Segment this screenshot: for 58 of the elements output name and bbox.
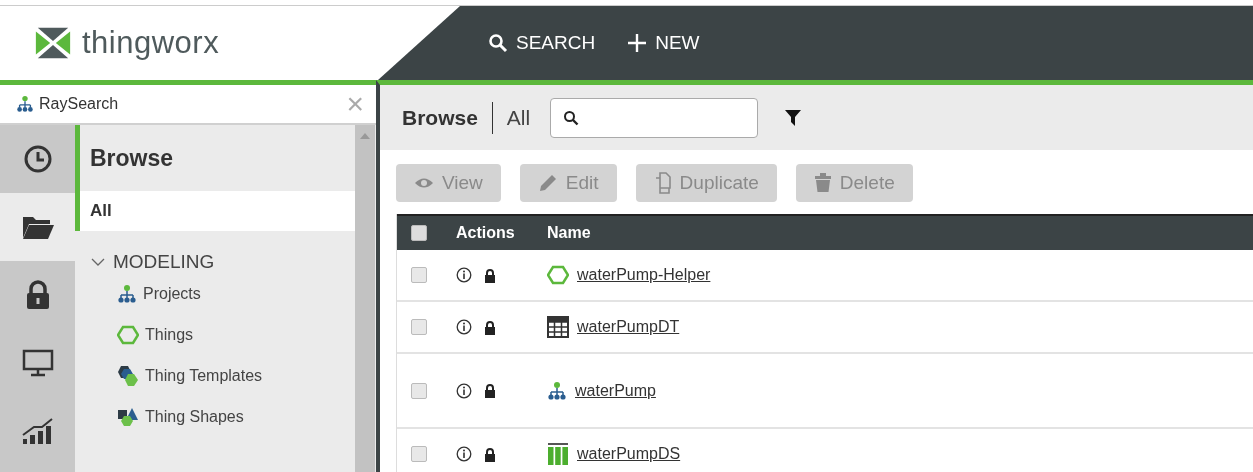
hexagons-icon: [117, 364, 139, 387]
chevron-icon: [91, 257, 105, 267]
column-header[interactable]: Actions: [441, 224, 547, 242]
info-icon[interactable]: [456, 267, 472, 283]
trash-icon: [813, 173, 832, 193]
hierarchy-icon: [547, 380, 567, 401]
nav-title: Browse: [89, 144, 175, 173]
lock-icon: [25, 280, 50, 310]
project-name: RaySearch: [39, 95, 119, 113]
row-checkbox[interactable]: [411, 382, 427, 399]
hierarchy-icon: [15, 95, 35, 113]
hexagon-icon: [547, 265, 569, 285]
hierarchy-icon: [117, 283, 137, 304]
header-button[interactable]: SEARCH: [488, 32, 596, 54]
clock-icon: [22, 144, 53, 174]
nav-link[interactable]: Thing Templates: [91, 355, 355, 396]
entity-link[interactable]: waterPump-Helper: [577, 266, 711, 284]
columns-icon: [547, 443, 569, 465]
eye-icon: [414, 177, 434, 189]
filter-icon[interactable]: [784, 108, 803, 127]
entity-link[interactable]: waterPumpDT: [577, 318, 680, 336]
copy-icon: [653, 172, 672, 194]
lock-icon: [484, 267, 496, 283]
folder-icon: [21, 214, 54, 240]
info-icon[interactable]: [456, 446, 472, 462]
section-header[interactable]: MODELING: [91, 251, 355, 273]
nav-link[interactable]: Projects: [91, 273, 355, 314]
lock-icon: [484, 383, 496, 398]
row-checkbox[interactable]: [411, 319, 427, 335]
info-icon[interactable]: [456, 319, 472, 335]
row-checkbox[interactable]: [411, 446, 427, 462]
nav-link[interactable]: Things: [91, 314, 355, 355]
entity-link[interactable]: waterPumpDS: [577, 445, 681, 463]
chart-icon: [21, 417, 54, 445]
entity-link[interactable]: waterPump: [575, 381, 656, 400]
header-button[interactable]: NEW: [627, 32, 700, 54]
pencil-icon: [537, 173, 558, 193]
lock-icon: [484, 319, 496, 335]
scrollbar[interactable]: [355, 125, 375, 472]
logo-text: thingworx: [82, 25, 220, 61]
lock-icon: [484, 446, 496, 462]
plus-icon: [627, 33, 648, 53]
row-checkbox[interactable]: [411, 267, 427, 283]
rail-tab[interactable]: [0, 193, 75, 261]
info-icon[interactable]: [456, 382, 472, 399]
search-icon: [488, 33, 508, 53]
column-header[interactable]: Name: [547, 224, 1253, 242]
select-all-checkbox[interactable]: [411, 225, 427, 241]
hexagon-icon: [117, 324, 139, 345]
search-field[interactable]: [550, 97, 759, 138]
monitor-icon: [21, 349, 54, 377]
shapes-icon: [117, 406, 139, 427]
table-icon: [547, 316, 569, 338]
nav-link[interactable]: Thing Shapes: [91, 396, 355, 437]
search-icon: [563, 109, 580, 126]
breadcrumb-title: Browse: [402, 105, 478, 130]
breadcrumb-item[interactable]: All: [506, 105, 531, 130]
nav-item[interactable]: All: [80, 191, 355, 231]
